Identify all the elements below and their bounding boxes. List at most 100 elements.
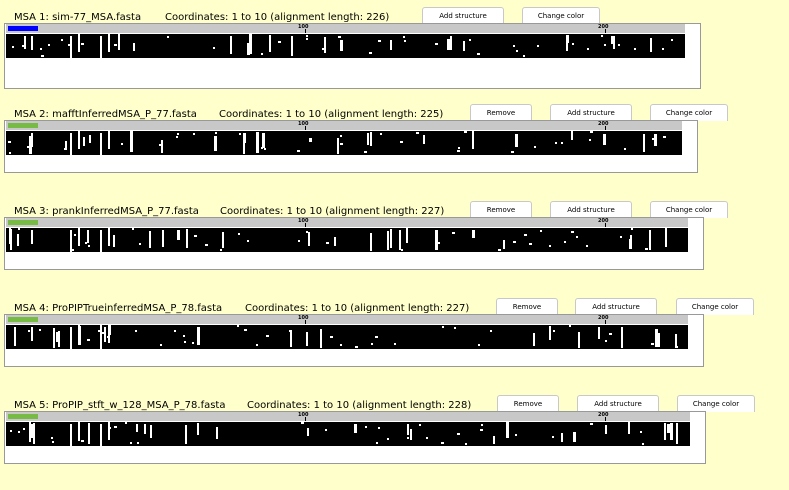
alignment-gap (658, 333, 660, 347)
alignment-gap (569, 325, 571, 327)
alignment-gap (244, 133, 246, 143)
change-color-button[interactable]: Change color (650, 104, 728, 121)
alignment-gap (174, 330, 176, 332)
ruler-tick-mark (305, 126, 306, 130)
alignment-viewer[interactable]: 100 200 (4, 411, 706, 464)
add-structure-button[interactable]: Add structure (577, 395, 659, 412)
alignment-gap (114, 44, 117, 46)
alignment-gap (654, 134, 657, 146)
alignment-gap (340, 135, 342, 137)
alignment-gap (631, 228, 633, 230)
msa-color-swatch[interactable] (8, 414, 38, 419)
ruler-tick-mark (605, 126, 606, 130)
alignment-gap (435, 230, 438, 250)
alignment-track (6, 34, 685, 58)
change-color-button[interactable]: Change color (650, 201, 728, 218)
alignment-gap (469, 39, 471, 41)
alignment-gap (70, 424, 72, 446)
alignment-gap (506, 422, 509, 438)
msa-color-swatch[interactable] (8, 317, 38, 322)
alignment-track (6, 228, 688, 252)
alignment-viewer[interactable]: 100 200 (4, 120, 698, 173)
change-color-button[interactable]: Change color (676, 298, 754, 315)
alignment-gap (561, 433, 563, 442)
alignment-ruler: 100 200 (6, 218, 688, 227)
msa-color-swatch[interactable] (8, 26, 38, 31)
change-color-button[interactable]: Change color (677, 395, 755, 412)
alignment-gap (442, 326, 444, 328)
alignment-gap (139, 243, 141, 245)
alignment-gap (390, 40, 392, 50)
alignment-gap (239, 133, 241, 135)
alignment-gap (64, 148, 66, 150)
alignment-gap (605, 425, 607, 434)
alignment-gap (603, 134, 606, 145)
alignment-gap (100, 36, 102, 58)
alignment-gap (10, 430, 12, 432)
alignment-gap (320, 329, 322, 348)
alignment-gap (403, 36, 405, 38)
alignment-gap (31, 327, 33, 341)
add-structure-button[interactable]: Add structure (550, 104, 632, 121)
alignment-gap (367, 133, 369, 145)
ruler-tick-200: 200 (598, 412, 609, 418)
alignment-gap (604, 44, 606, 46)
alignment-gap (334, 237, 336, 246)
msa-color-swatch[interactable] (8, 220, 38, 225)
alignment-gap (576, 236, 578, 238)
remove-button[interactable]: Remove (497, 395, 559, 412)
alignment-gap (609, 333, 612, 335)
alignment-gap (177, 133, 179, 135)
alignment-gap (132, 228, 134, 230)
ruler-tick-200: 200 (598, 24, 609, 30)
alignment-gap (642, 443, 644, 445)
alignment-gap (48, 44, 50, 46)
alignment-gap (306, 38, 308, 40)
alignment-gap (662, 48, 664, 50)
alignment-gap (355, 346, 358, 348)
alignment-gap (533, 333, 535, 346)
alignment-gap (220, 249, 222, 251)
alignment-viewer[interactable]: 100 200 (4, 314, 704, 367)
alignment-gap (176, 136, 178, 138)
alignment-gap (301, 422, 304, 424)
alignment-gap (249, 34, 252, 54)
alignment-gap (306, 332, 308, 346)
alignment-gap (478, 344, 480, 346)
remove-button[interactable]: Remove (470, 104, 532, 121)
alignment-gap (523, 55, 525, 57)
alignment-gap (161, 140, 163, 153)
alignment-gap (587, 48, 589, 50)
alignment-gap (630, 235, 632, 245)
alignment-gap (503, 240, 505, 249)
msa-color-swatch[interactable] (8, 123, 38, 128)
add-structure-button[interactable]: Add structure (422, 7, 504, 24)
alignment-gap (464, 131, 467, 133)
alignment-viewer[interactable]: 100 200 (4, 217, 704, 270)
alignment-gap (197, 423, 199, 435)
add-structure-button[interactable]: Add structure (575, 298, 657, 315)
remove-button[interactable]: Remove (496, 298, 558, 315)
alignment-gap (387, 438, 389, 440)
alignment-gap (537, 45, 539, 47)
alignment-gap (125, 422, 127, 424)
alignment-gap (256, 132, 259, 153)
alignment-gap (628, 422, 630, 424)
remove-button[interactable]: Remove (470, 201, 532, 218)
alignment-gap (56, 332, 59, 342)
add-structure-button[interactable]: Add structure (550, 201, 632, 218)
alignment-gap (29, 422, 31, 442)
alignment-gap (573, 432, 576, 442)
alignment-gap (330, 336, 333, 338)
alignment-gap (53, 328, 55, 348)
alignment-gap (375, 336, 378, 338)
alignment-gap (193, 133, 195, 135)
change-color-button[interactable]: Change color (522, 7, 600, 24)
alignment-gap (100, 230, 102, 252)
alignment-viewer[interactable]: 100 200 (4, 23, 701, 89)
alignment-gap (197, 327, 200, 345)
alignment-gap (572, 43, 574, 45)
alignment-gap (114, 426, 117, 428)
alignment-gap (100, 424, 102, 446)
alignment-gap (130, 131, 133, 152)
